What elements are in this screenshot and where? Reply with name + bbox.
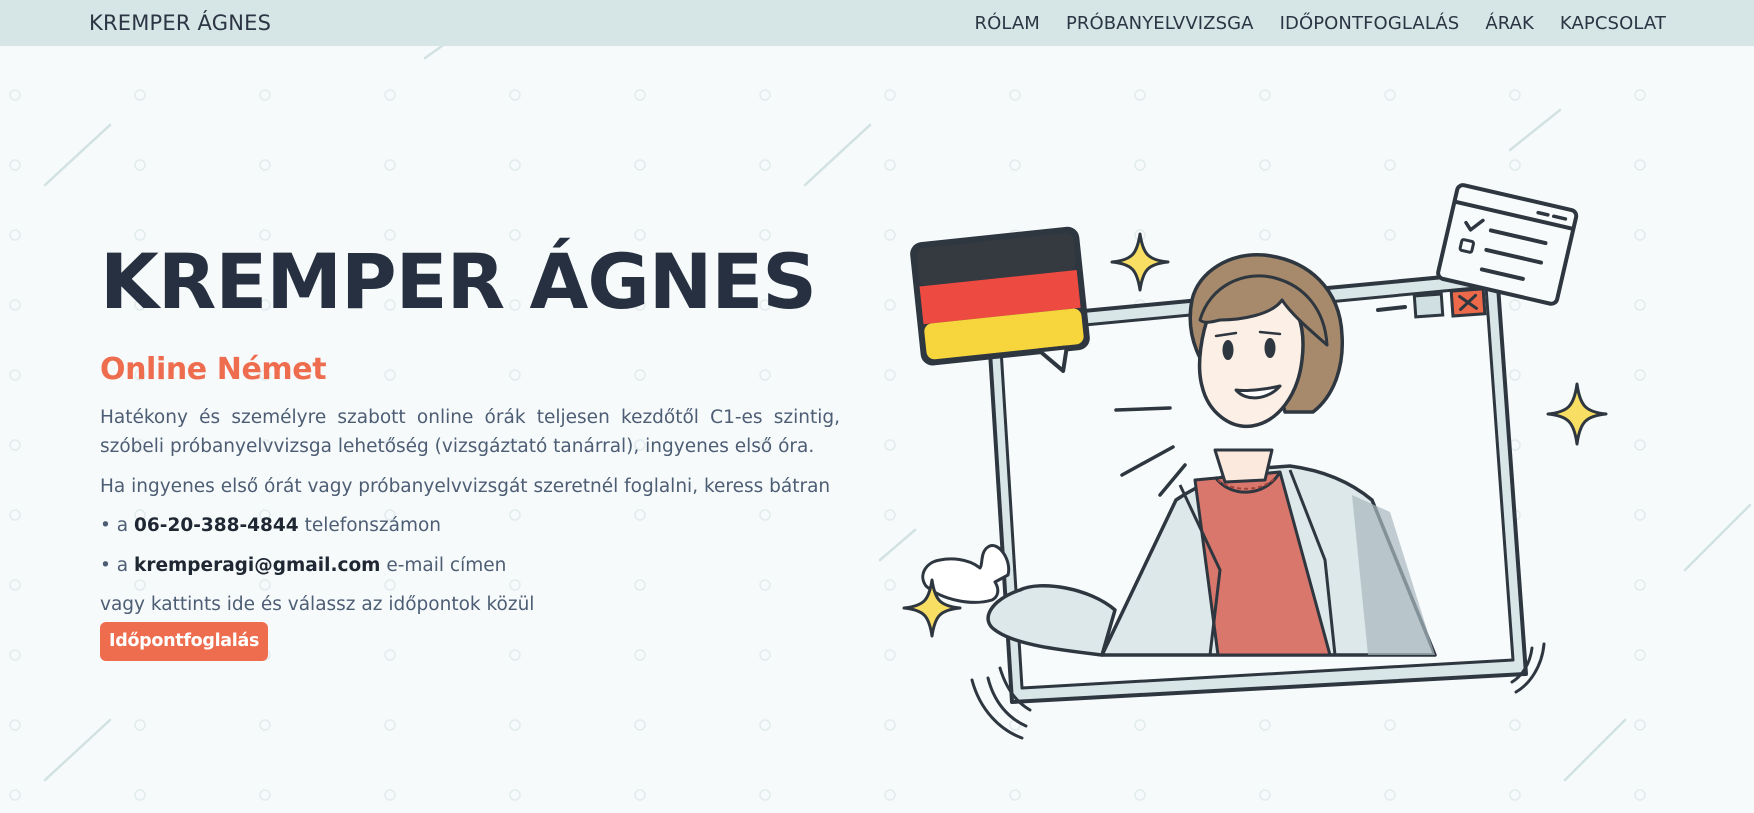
bg-ring — [259, 89, 271, 101]
phone-suffix: telefonszámon — [304, 515, 442, 536]
bg-ring — [1509, 789, 1521, 801]
email-line: • a kremperagi@gmail.com e-mail címen — [100, 551, 840, 580]
top-navbar: KREMPER ÁGNES RÓLAM PRÓBANYELVVIZSGA IDŐ… — [0, 0, 1754, 46]
bg-ring — [1509, 89, 1521, 101]
bg-ring — [9, 509, 21, 521]
bg-ring — [384, 719, 396, 731]
bg-ring — [9, 719, 21, 731]
bg-ring — [759, 89, 771, 101]
bg-ring — [634, 89, 646, 101]
bg-ring — [259, 789, 271, 801]
brand-logo-link[interactable]: KREMPER ÁGNES — [89, 11, 271, 35]
bg-ring — [1259, 789, 1271, 801]
main-nav: RÓLAM PRÓBANYELVVIZSGA IDŐPONTFOGLALÁS Á… — [974, 13, 1666, 34]
bg-ring — [1009, 789, 1021, 801]
bg-ring — [1259, 89, 1271, 101]
intro-paragraph: Hatékony és személyre szabott online órá… — [100, 407, 840, 457]
booking-paragraph: Ha ingyenes első órát vagy próbanyelvviz… — [100, 476, 831, 497]
bg-ring — [9, 579, 21, 591]
bg-stroke — [803, 123, 872, 187]
bg-ring — [384, 789, 396, 801]
bg-ring — [1634, 89, 1646, 101]
bg-ring — [9, 299, 21, 311]
bg-ring — [9, 439, 21, 451]
bg-ring — [1384, 789, 1396, 801]
bg-ring — [384, 89, 396, 101]
nav-item-idopontfoglalas[interactable]: IDŐPONTFOGLALÁS — [1280, 13, 1460, 34]
bg-ring — [509, 789, 521, 801]
click-paragraph: vagy kattints ide és válassz az időponto… — [100, 594, 535, 615]
hero-subtitle: Online Német — [100, 352, 327, 387]
booking-button[interactable]: Időpontfoglalás — [100, 622, 269, 661]
bg-ring — [509, 159, 521, 171]
hero-illustration — [902, 183, 1608, 740]
email-suffix: e-mail címen — [386, 555, 507, 576]
hero-section: KREMPER ÁGNES Online Német Hatékony és s… — [100, 236, 840, 661]
nav-item-arak[interactable]: ÁRAK — [1485, 13, 1534, 34]
phone-prefix: • a — [100, 515, 129, 536]
bg-ring — [759, 789, 771, 801]
bg-ring — [634, 719, 646, 731]
bg-ring — [1134, 789, 1146, 801]
bg-ring — [509, 719, 521, 731]
email-address: kremperagi@gmail.com — [134, 555, 381, 576]
nav-item-kapcsolat[interactable]: KAPCSOLAT — [1560, 13, 1666, 34]
bg-ring — [9, 789, 21, 801]
bg-stroke — [1508, 108, 1562, 152]
phone-number: 06-20-388-4844 — [134, 515, 299, 536]
bg-ring — [634, 789, 646, 801]
bg-ring — [134, 89, 146, 101]
bg-stroke — [1683, 503, 1752, 572]
bg-ring — [1009, 89, 1021, 101]
email-prefix: • a — [100, 555, 129, 576]
bg-stroke — [423, 44, 444, 60]
bg-ring — [9, 89, 21, 101]
bg-ring — [884, 89, 896, 101]
bg-ring — [1134, 89, 1146, 101]
bg-ring — [884, 789, 896, 801]
bg-ring — [134, 159, 146, 171]
nav-item-probanyelvvizsga[interactable]: PRÓBANYELVVIZSGA — [1066, 13, 1254, 34]
bg-ring — [9, 649, 21, 661]
bg-stroke — [43, 123, 112, 187]
bg-ring — [9, 159, 21, 171]
close-window-icon — [1449, 287, 1487, 318]
bg-ring — [9, 369, 21, 381]
bg-ring — [634, 159, 646, 171]
bg-ring — [759, 719, 771, 731]
bg-ring — [509, 89, 521, 101]
hero-title: KREMPER ÁGNES — [100, 237, 817, 326]
bg-ring — [1634, 789, 1646, 801]
bg-ring — [384, 159, 396, 171]
bg-ring — [759, 159, 771, 171]
bg-ring — [259, 159, 271, 171]
bg-ring — [9, 229, 21, 241]
bg-ring — [1384, 89, 1396, 101]
bg-ring — [134, 719, 146, 731]
bg-ring — [259, 719, 271, 731]
bg-ring — [134, 789, 146, 801]
phone-line: • a 06-20-388-4844 telefonszámon — [100, 511, 840, 540]
nav-item-rolam[interactable]: RÓLAM — [974, 13, 1039, 34]
bg-stroke — [43, 718, 112, 782]
